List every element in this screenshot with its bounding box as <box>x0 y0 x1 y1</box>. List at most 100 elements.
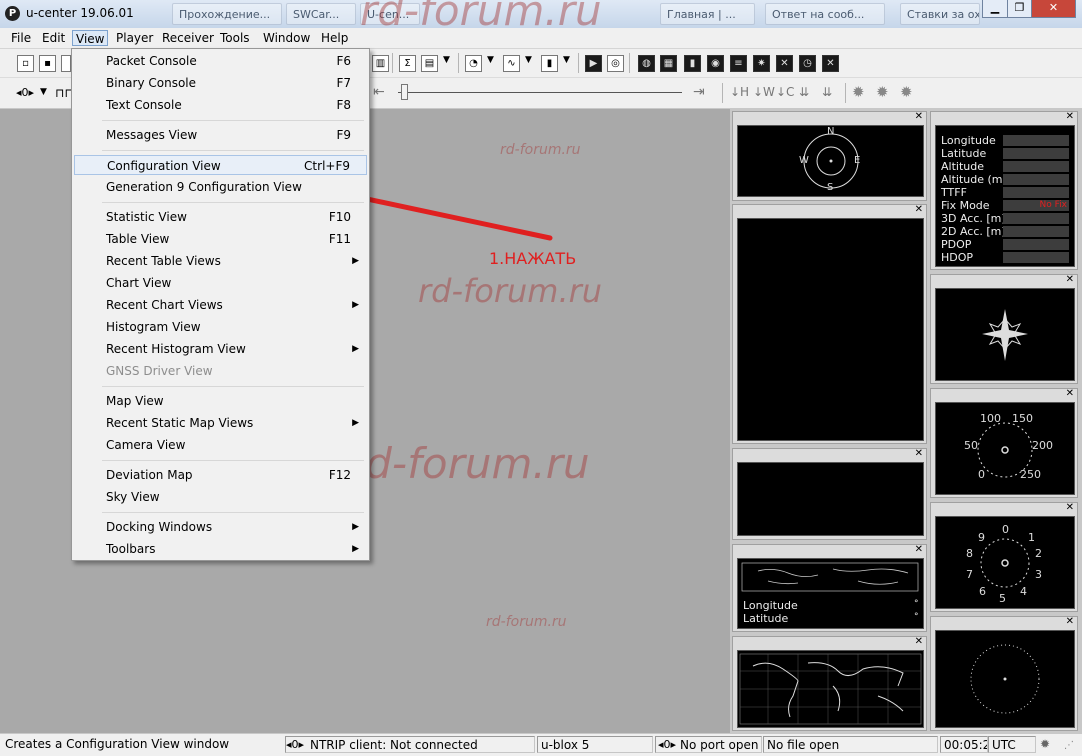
speed-gauge-dial <box>977 422 1033 478</box>
signal-screen <box>737 218 924 441</box>
nav-latitude-value <box>1003 148 1069 159</box>
nav-hdop-value <box>1003 252 1069 263</box>
nav-altitude-value <box>1003 161 1069 172</box>
menu-item-recent-histogram-view[interactable]: Recent Histogram View ▶ <box>74 339 367 359</box>
menu-item-gen9-configuration-view[interactable]: Generation 9 Configuration View <box>74 177 367 197</box>
clock-tick-3: 3 <box>1035 568 1042 581</box>
clock-tick-5: 5 <box>999 592 1006 605</box>
menu-item-configuration-view[interactable]: Configuration View Ctrl+F9 <box>74 155 367 175</box>
clock-tick-4: 4 <box>1020 585 1027 598</box>
compass-panel: ✕ <box>930 274 1078 384</box>
menu-separator <box>102 150 364 151</box>
menu-item-toolbars[interactable]: Toolbars ▶ <box>74 539 367 559</box>
close-icon[interactable]: ✕ <box>915 205 923 215</box>
nav-altitude-label: Altitude <box>941 160 984 173</box>
speed-tick-0: 0 <box>978 468 985 481</box>
menu-item-table-view[interactable]: Table View F11 <box>74 229 367 249</box>
submenu-arrow-icon: ▶ <box>352 256 359 266</box>
close-icon[interactable]: ✕ <box>915 112 923 122</box>
close-icon[interactable]: ✕ <box>1066 503 1074 513</box>
status-message: Creates a Configuration View window <box>5 737 230 751</box>
compass-north: N <box>827 126 835 137</box>
menu-item-statistic-view[interactable]: Statistic View F10 <box>74 207 367 227</box>
clock-tick-9: 9 <box>978 531 985 544</box>
world-map-grid <box>739 653 922 725</box>
world-map-panel: ✕ Longitude Latitude ° ° <box>732 544 927 632</box>
compass-east: E <box>854 155 861 166</box>
navigation-data-panel: ✕ Longitude Latitude Altitude Altitude (… <box>930 111 1078 270</box>
clock-tick-8: 8 <box>966 547 973 560</box>
satellite-level-dial <box>970 644 1040 714</box>
clock-tick-1: 1 <box>1028 531 1035 544</box>
menu-separator <box>102 512 364 513</box>
deviation-map-screen <box>737 650 924 728</box>
nav-ttff-label: TTFF <box>941 186 967 199</box>
navigation-data-screen: Longitude Latitude Altitude Altitude (ms… <box>935 125 1075 267</box>
close-icon[interactable]: ✕ <box>915 449 923 459</box>
file-status: No file open <box>763 736 938 753</box>
submenu-arrow-icon: ▶ <box>352 300 359 310</box>
close-icon[interactable]: ✕ <box>1066 275 1074 285</box>
clock-tick-7: 7 <box>966 568 973 581</box>
time-status: 00:05:21 <box>940 736 988 753</box>
nav-fix-mode-value: No Fix <box>1003 200 1069 211</box>
menu-item-docking-windows[interactable]: Docking Windows ▶ <box>74 517 367 537</box>
speed-tick-250: 250 <box>1020 468 1041 481</box>
speed-tick-50: 50 <box>964 439 978 452</box>
resize-grip-icon[interactable]: ⋰ <box>1064 740 1074 751</box>
close-icon[interactable]: ✕ <box>915 637 923 647</box>
nav-altitude-msl-value <box>1003 174 1069 185</box>
speed-tick-150: 150 <box>1012 412 1033 425</box>
clock-tick-6: 6 <box>979 585 986 598</box>
menu-item-map-view[interactable]: Map View <box>74 391 367 411</box>
histogram-screen <box>737 462 924 536</box>
menu-item-recent-chart-views[interactable]: Recent Chart Views ▶ <box>74 295 367 315</box>
nav-3d-acc-label: 3D Acc. [m] <box>941 212 1006 225</box>
close-icon[interactable]: ✕ <box>1066 617 1074 627</box>
menu-separator <box>102 386 364 387</box>
ntrip-status[interactable]: NTRIP client: Not connected <box>285 736 535 753</box>
menu-item-text-console[interactable]: Text Console F8 <box>74 95 367 115</box>
close-icon[interactable]: ✕ <box>1066 389 1074 399</box>
menu-item-histogram-view[interactable]: Histogram View <box>74 317 367 337</box>
submenu-arrow-icon: ▶ <box>352 418 359 428</box>
menu-separator <box>102 202 364 203</box>
histogram-panel: ✕ <box>732 448 927 540</box>
submenu-arrow-icon: ▶ <box>352 544 359 554</box>
close-icon[interactable]: ✕ <box>1066 112 1074 122</box>
nav-2d-acc-label: 2D Acc. [m] <box>941 225 1006 238</box>
close-icon[interactable]: ✕ <box>915 545 923 555</box>
map-longitude-label: Longitude <box>743 599 798 612</box>
clock-tick-2: 2 <box>1035 547 1042 560</box>
menu-item-packet-console[interactable]: Packet Console F6 <box>74 51 367 71</box>
menu-item-messages-view[interactable]: Messages View F9 <box>74 125 367 145</box>
timezone-status: UTC <box>988 736 1036 753</box>
menu-item-recent-static-map-views[interactable]: Recent Static Map Views ▶ <box>74 413 367 433</box>
nav-hdop-label: HDOP <box>941 251 974 264</box>
menu-item-binary-console[interactable]: Binary Console F7 <box>74 73 367 93</box>
compass-south: S <box>827 182 834 193</box>
menu-item-camera-view[interactable]: Camera View <box>74 435 367 455</box>
status-gear-icon[interactable]: ✹ <box>1040 737 1050 751</box>
speed-gauge-panel: ✕ 100 150 50 200 0 250 <box>930 388 1078 498</box>
sky-view-screen: N S E W <box>737 125 924 197</box>
speed-tick-100: 100 <box>980 412 1001 425</box>
menu-item-sky-view[interactable]: Sky View <box>74 487 367 507</box>
nav-latitude-label: Latitude <box>941 147 987 160</box>
menu-item-chart-view[interactable]: Chart View <box>74 273 367 293</box>
nav-longitude-label: Longitude <box>941 134 996 147</box>
menu-item-recent-table-views[interactable]: Recent Table Views ▶ <box>74 251 367 271</box>
clock-tick-0: 0 <box>1002 523 1009 536</box>
clock-gauge-screen: 0 1 2 3 4 5 6 7 8 9 <box>935 516 1075 609</box>
speed-gauge-screen: 100 150 50 200 0 250 <box>935 402 1075 495</box>
menu-item-deviation-map[interactable]: Deviation Map F12 <box>74 465 367 485</box>
deviation-map-panel: ✕ <box>732 636 927 731</box>
satellite-level-panel: ✕ <box>930 616 1078 731</box>
nav-3d-acc-value <box>1003 213 1069 224</box>
compass-screen <box>935 288 1075 381</box>
map-latitude-unit: ° <box>914 612 919 622</box>
map-latitude-label: Latitude <box>743 612 789 625</box>
world-map-screen: Longitude Latitude ° ° <box>737 558 924 629</box>
satellite-level-screen <box>935 630 1075 728</box>
nav-2d-acc-value <box>1003 226 1069 237</box>
